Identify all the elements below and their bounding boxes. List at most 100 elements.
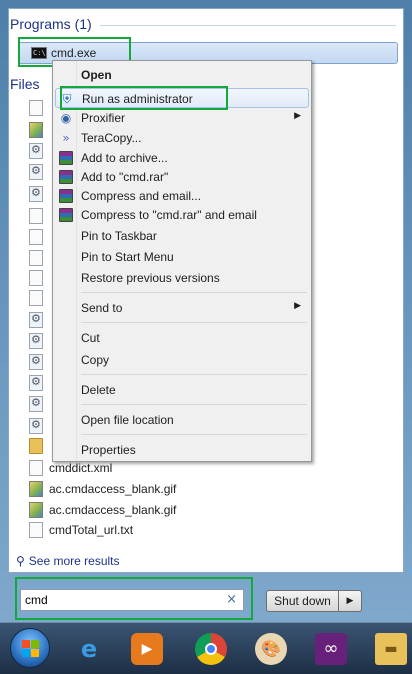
menu-item-delete[interactable]: Delete (55, 380, 309, 400)
media-player-icon: ▶ (131, 633, 163, 665)
menu-item-label: Compress and email... (81, 189, 202, 203)
document-icon (29, 522, 43, 538)
clear-search-icon[interactable]: × (226, 592, 237, 607)
taskbar: e ▶ 🎨 ∞ ▬ (0, 622, 412, 674)
windows-start-orb-icon[interactable] (10, 628, 50, 668)
file-result-label: ac.cmdaccess_blank.gif (49, 503, 177, 517)
submenu-arrow-icon: ▶ (294, 301, 301, 311)
settings-file-icon[interactable] (29, 186, 43, 202)
menu-separator (81, 374, 307, 375)
menu-item-copy[interactable]: Copy (55, 350, 309, 370)
menu-separator (81, 292, 307, 293)
taskbar-internet-explorer[interactable]: e (62, 627, 116, 671)
menu-item-label: Open (81, 68, 112, 82)
menu-separator (81, 404, 307, 405)
settings-file-icon[interactable] (29, 333, 43, 349)
menu-item-label: Cut (81, 331, 100, 345)
menu-item-proxifier[interactable]: ◉ Proxifier ▶ (55, 108, 309, 128)
menu-item-label: Run as administrator (82, 92, 193, 106)
menu-separator (81, 322, 307, 323)
menu-item-pin-to-start-menu[interactable]: Pin to Start Menu (55, 247, 309, 267)
menu-item-open-file-location[interactable]: Open file location (55, 410, 309, 430)
taskbar-chrome[interactable] (184, 627, 238, 671)
search-icon: ⚲ (16, 554, 25, 568)
winrar-icon (59, 151, 73, 165)
cmd-icon: C:\ (31, 47, 47, 59)
file-result-label: ac.cmdaccess_blank.gif (49, 482, 177, 496)
programs-group-header: Programs (1) (10, 16, 92, 32)
files-group-header: Files (10, 76, 40, 92)
settings-file-icon[interactable] (29, 354, 43, 370)
file-result-label: cmdTotal_url.txt (49, 523, 134, 537)
menu-separator (81, 434, 307, 435)
menu-item-label: Add to archive... (81, 151, 168, 165)
menu-item-teracopy[interactable]: » TeraCopy... (55, 128, 309, 148)
menu-item-add-to-cmd-rar[interactable]: Add to "cmd.rar" (55, 167, 309, 187)
menu-item-pin-to-taskbar[interactable]: Pin to Taskbar (55, 226, 309, 246)
menu-item-label: Send to (81, 301, 123, 315)
menu-item-compress-and-email[interactable]: Compress and email... (55, 186, 309, 206)
menu-item-properties[interactable]: Properties (55, 440, 309, 460)
menu-item-open[interactable]: Open (55, 65, 309, 85)
see-more-results-link[interactable]: ⚲ See more results (16, 554, 120, 568)
file-result[interactable]: ac.cmdaccess_blank.gif (22, 479, 322, 499)
chrome-icon (195, 633, 227, 665)
file-result[interactable]: ac.cmdaccess_blank.gif (22, 500, 322, 520)
program-result-label: cmd.exe (51, 46, 97, 60)
menu-item-label: Compress to "cmd.rar" and email (81, 208, 257, 222)
file-result-label: cmddict.xml (49, 461, 113, 475)
document-icon (29, 460, 43, 476)
menu-item-compress-to-cmd-rar-and-email[interactable]: Compress to "cmd.rar" and email (55, 205, 309, 225)
document-icon[interactable] (29, 290, 43, 306)
menu-item-label: Delete (81, 383, 116, 397)
menu-item-label: Pin to Start Menu (81, 250, 174, 264)
menu-item-label: Add to "cmd.rar" (81, 170, 169, 184)
menu-item-add-to-archive[interactable]: Add to archive... (55, 148, 309, 168)
settings-file-icon[interactable] (29, 375, 43, 391)
search-input[interactable] (25, 592, 215, 608)
image-icon[interactable] (29, 122, 43, 138)
shield-icon: ⛨ (62, 92, 72, 106)
document-icon[interactable] (29, 250, 43, 266)
see-more-results-label: See more results (28, 554, 120, 568)
menu-item-restore-previous-versions[interactable]: Restore previous versions (55, 268, 309, 288)
settings-file-icon[interactable] (29, 396, 43, 412)
shutdown-options-button[interactable]: ▶ (339, 590, 362, 612)
visual-studio-icon: ∞ (315, 633, 347, 665)
taskbar-visual-studio[interactable]: ∞ (304, 627, 358, 671)
document-icon[interactable] (29, 100, 43, 116)
image-icon (29, 481, 43, 497)
menu-item-cut[interactable]: Cut (55, 328, 309, 348)
winrar-icon (59, 170, 73, 184)
taskbar-media-player[interactable]: ▶ (120, 627, 174, 671)
shutdown-control: Shut down ▶ (266, 590, 362, 612)
windows-logo-icon (22, 640, 40, 658)
menu-item-label: Open file location (81, 413, 174, 427)
folder-icon[interactable] (29, 438, 43, 454)
programs-divider (100, 25, 396, 26)
settings-file-icon[interactable] (29, 312, 43, 328)
teracopy-icon: » (62, 131, 70, 145)
search-field[interactable]: × (20, 589, 244, 611)
document-icon[interactable] (29, 208, 43, 224)
taskbar-file-explorer[interactable]: ▬ (364, 627, 410, 671)
winrar-icon (59, 189, 73, 203)
menu-item-send-to[interactable]: Send to ▶ (55, 298, 309, 318)
file-result[interactable]: cmdTotal_url.txt (22, 520, 322, 540)
settings-file-icon[interactable] (29, 143, 43, 159)
settings-file-icon[interactable] (29, 164, 43, 180)
image-icon (29, 502, 43, 518)
document-icon[interactable] (29, 270, 43, 286)
file-explorer-icon: ▬ (375, 633, 407, 665)
menu-item-label: Restore previous versions (81, 271, 220, 285)
menu-item-label: Proxifier (81, 111, 126, 125)
shutdown-button[interactable]: Shut down (266, 590, 339, 612)
document-icon[interactable] (29, 229, 43, 245)
paint-palette-icon: 🎨 (255, 633, 287, 665)
internet-explorer-icon: e (80, 635, 98, 663)
settings-file-icon[interactable] (29, 418, 43, 434)
menu-item-label: Pin to Taskbar (81, 229, 157, 243)
context-menu: Open ⛨ Run as administrator ◉ Proxifier … (52, 60, 312, 462)
taskbar-paint[interactable]: 🎨 (244, 627, 298, 671)
menu-item-run-as-administrator[interactable]: ⛨ Run as administrator (55, 88, 309, 108)
